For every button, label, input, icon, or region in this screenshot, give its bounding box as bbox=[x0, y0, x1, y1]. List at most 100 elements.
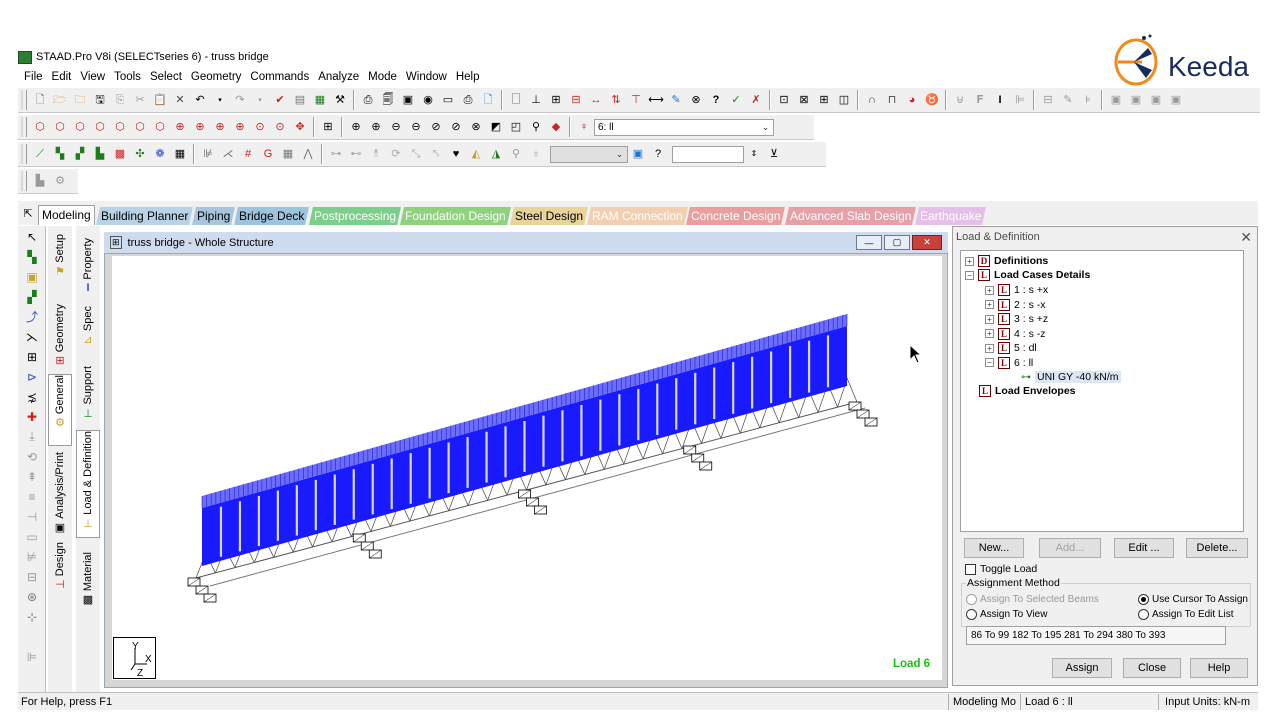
display-view-icon[interactable]: ◰ bbox=[508, 119, 525, 136]
toggle-load-row[interactable]: Toggle Load bbox=[965, 563, 1037, 575]
report-icon[interactable]: ⊫ bbox=[21, 647, 43, 666]
section-icon[interactable]: ⊟ bbox=[21, 567, 43, 586]
add-beam-point-icon[interactable]: ⋌ bbox=[220, 146, 237, 163]
page-tab-postprocessing[interactable]: Postprocessing bbox=[308, 207, 401, 225]
rotate-icon[interactable]: ⟳ bbox=[388, 146, 405, 163]
toolbar-grip[interactable] bbox=[21, 117, 27, 137]
menu-view[interactable]: View bbox=[76, 68, 110, 86]
tab-setup[interactable]: Setup ⚑ bbox=[48, 234, 72, 304]
tree-item-definitions[interactable]: + D Definitions bbox=[965, 254, 1048, 268]
tab-material[interactable]: Material ▩ bbox=[76, 552, 100, 610]
print-preview-icon[interactable]: 🗐 bbox=[380, 92, 397, 109]
zoom-window-icon[interactable]: ⊕ bbox=[368, 119, 385, 136]
menu-commands[interactable]: Commands bbox=[246, 68, 314, 86]
cut-section-icon[interactable]: ♁ bbox=[528, 146, 545, 163]
radio-button[interactable] bbox=[1138, 594, 1149, 605]
model-canvas[interactable] bbox=[112, 256, 942, 680]
snap-grid-icon[interactable]: ∩ bbox=[864, 92, 881, 109]
menu-geometry[interactable]: Geometry bbox=[187, 68, 247, 86]
plates-cursor-icon[interactable]: ▞ bbox=[21, 287, 43, 306]
toggle-load-checkbox[interactable] bbox=[965, 563, 976, 575]
menu-help[interactable]: Help bbox=[452, 68, 485, 86]
check-icon[interactable]: ✔ bbox=[272, 92, 289, 109]
cut-icon[interactable]: ⊹ bbox=[21, 607, 43, 626]
list-icon[interactable]: ≡ bbox=[21, 487, 43, 506]
redraw-icon[interactable]: ⚲ bbox=[508, 146, 525, 163]
beam-spacing-icon[interactable]: ⊤ bbox=[628, 92, 645, 109]
member-spec-icon[interactable]: ⊫ bbox=[1012, 92, 1029, 109]
tab-design[interactable]: Design ⊣ bbox=[48, 542, 72, 594]
dialog-icon[interactable]: ▙ bbox=[32, 173, 49, 190]
structure-check-icon[interactable]: ⊗ bbox=[688, 92, 705, 109]
rotate-right-icon[interactable]: ⊕ bbox=[232, 119, 249, 136]
select-beams-icon[interactable]: ⊠ bbox=[796, 92, 813, 109]
view-3d-icon-3[interactable]: ⬡ bbox=[72, 119, 89, 136]
structure-wizard-icon[interactable]: ▦ bbox=[312, 92, 329, 109]
tree-item-load-case[interactable]: − L 6 : ll bbox=[985, 356, 1033, 370]
zoom-extents-icon[interactable]: ⊘ bbox=[448, 119, 465, 136]
display-whole-icon[interactable]: ⊞ bbox=[320, 119, 337, 136]
expand-icon[interactable]: + bbox=[985, 285, 994, 295]
spin-right-icon[interactable]: ⊙ bbox=[272, 119, 289, 136]
assign-button[interactable]: Assign bbox=[1052, 658, 1112, 678]
translate-icon[interactable]: ⇞ bbox=[21, 467, 43, 486]
view-3d-icon-1[interactable]: ⬡ bbox=[32, 119, 49, 136]
post-process-icon[interactable]: ✗ bbox=[748, 92, 765, 109]
zoom-previous-icon[interactable]: ⊘ bbox=[428, 119, 445, 136]
spin-apply-icon[interactable]: ⊻ bbox=[766, 146, 783, 163]
collapse-icon[interactable]: − bbox=[985, 358, 994, 367]
tab-support[interactable]: Support ⊥ bbox=[76, 366, 100, 422]
member-query-icon[interactable]: ⊟ bbox=[568, 92, 585, 109]
distance-icon[interactable]: ↔ bbox=[588, 92, 605, 109]
close-button[interactable]: ✕ bbox=[912, 235, 942, 250]
radio-button[interactable] bbox=[966, 609, 977, 620]
hammer-icon[interactable]: ⚒ bbox=[332, 92, 349, 109]
menu-file[interactable]: File bbox=[20, 68, 48, 86]
page-tab-bridge-deck[interactable]: Bridge Deck bbox=[234, 207, 310, 225]
save-view-icon[interactable]: ▣ bbox=[1108, 92, 1125, 109]
cursor-select-icon[interactable]: ⇱ bbox=[20, 206, 37, 223]
take-picture-icon[interactable]: ◉ bbox=[420, 92, 437, 109]
tab-property[interactable]: Property I bbox=[76, 238, 100, 298]
dim-beams-icon[interactable]: ⟷ bbox=[648, 92, 665, 109]
load-tree[interactable]: + D Definitions − L Load Cases Details +… bbox=[960, 250, 1244, 532]
move-icon[interactable]: ♥ bbox=[448, 146, 465, 163]
page-tab-earthquake[interactable]: Earthquake bbox=[915, 207, 987, 225]
report-icon[interactable]: ▭ bbox=[440, 92, 457, 109]
geometry-cursor-icon[interactable]: ⊞ bbox=[21, 347, 43, 366]
radio-button[interactable] bbox=[1138, 609, 1149, 620]
save-as-icon[interactable]: ▣ bbox=[1148, 92, 1165, 109]
open-folder-icon[interactable]: 🗁 bbox=[52, 92, 69, 109]
page-tab-building-planner[interactable]: Building Planner bbox=[95, 207, 194, 225]
magnify-icon[interactable]: ⚲ bbox=[528, 119, 545, 136]
page-tab-advanced-slab-design[interactable]: Advanced Slab Design bbox=[784, 207, 917, 225]
beam-icon[interactable]: ▭ bbox=[21, 527, 43, 546]
solid-cursor-icon[interactable]: ▩ bbox=[112, 146, 129, 163]
mesh-icon[interactable]: ⊛ bbox=[21, 587, 43, 606]
empty-dropdown[interactable]: ⌄ bbox=[550, 145, 628, 163]
page-tab-modeling[interactable]: Modeling bbox=[38, 205, 95, 225]
menu-tools[interactable]: Tools bbox=[110, 68, 146, 86]
view-3d-icon-7[interactable]: ⬡ bbox=[152, 119, 169, 136]
help-icon[interactable]: ? bbox=[708, 92, 725, 109]
paste-icon[interactable]: 📋 bbox=[152, 92, 169, 109]
view-3d-icon-5[interactable]: ⬡ bbox=[112, 119, 129, 136]
stretch-icon[interactable]: ⤡ bbox=[408, 146, 425, 163]
menu-select[interactable]: Select bbox=[146, 68, 187, 86]
rotate-up-icon[interactable]: ⊕ bbox=[172, 119, 189, 136]
print-icon[interactable]: ⎙ bbox=[360, 92, 377, 109]
run-analysis-icon[interactable]: ✓ bbox=[728, 92, 745, 109]
page-tab-steel-design[interactable]: Steel Design bbox=[509, 207, 588, 225]
plate-cursor-icon[interactable]: ▞ bbox=[72, 146, 89, 163]
menu-window[interactable]: Window bbox=[402, 68, 452, 86]
pan-icon[interactable]: ✥ bbox=[292, 119, 309, 136]
intersect-icon[interactable]: # bbox=[240, 146, 257, 163]
surface-cursor-icon[interactable]: ▙ bbox=[92, 146, 109, 163]
connect-icon[interactable]: ◮ bbox=[488, 146, 505, 163]
design-groups-icon[interactable]: ⊧ bbox=[1080, 92, 1097, 109]
delete-button[interactable]: Delete... bbox=[1186, 538, 1248, 558]
select-plates-icon[interactable]: ⊞ bbox=[816, 92, 833, 109]
zoom-out-icon[interactable]: ⊖ bbox=[388, 119, 405, 136]
insert-node-icon[interactable]: ▦ bbox=[280, 146, 297, 163]
edit-list-field[interactable]: 86 To 99 182 To 195 281 To 294 380 To 39… bbox=[966, 626, 1226, 645]
